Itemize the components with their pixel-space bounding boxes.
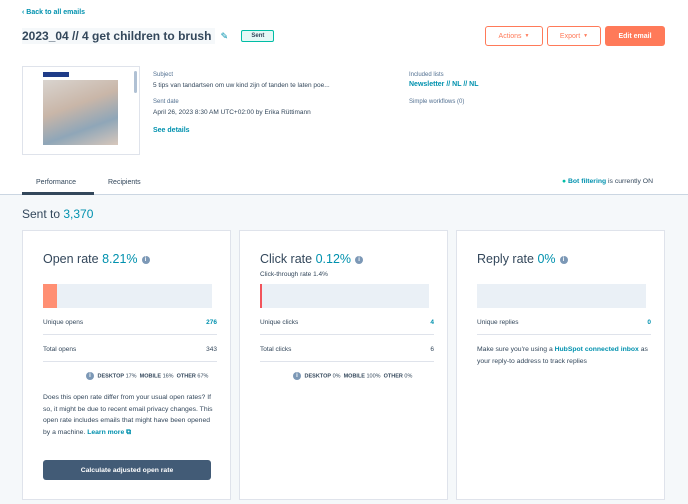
export-button[interactable]: Export ▼: [547, 26, 601, 46]
preview-photo: [43, 80, 118, 145]
unique-clicks-row: Unique clicks 4: [260, 319, 434, 326]
scrollbar[interactable]: [134, 71, 137, 93]
unique-clicks-value[interactable]: 4: [430, 319, 434, 326]
email-title[interactable]: 2023_04 // 4 get children to brush: [22, 28, 216, 44]
bot-filtering-link[interactable]: Bot filtering: [568, 178, 606, 185]
tab-bar: Performance Recipients ● Bot filtering i…: [0, 170, 688, 195]
calculate-adjusted-open-rate-button[interactable]: Calculate adjusted open rate: [43, 460, 211, 480]
logo-image: [43, 72, 69, 77]
bot-filtering-status: ● Bot filtering is currently ON: [562, 178, 653, 185]
reply-rate-value: 0%: [537, 252, 556, 266]
see-details-link[interactable]: See details: [153, 127, 190, 134]
open-rate-title: Open rate 8.21% i: [43, 252, 150, 266]
divider: [260, 361, 434, 362]
click-device-split: i DESKTOP 0% MOBILE 100% OTHER 0%: [293, 372, 412, 380]
external-link-icon: ⧉: [126, 428, 131, 436]
hubspot-connected-inbox-link[interactable]: HubSpot connected inbox: [555, 346, 639, 353]
click-rate-card: Click rate 0.12% i Click-through rate 1.4…: [239, 230, 448, 500]
open-rate-value: 8.21%: [102, 252, 138, 266]
reply-rate-card: Reply rate 0% i Unique replies 0 Make sur…: [456, 230, 665, 500]
sent-to-summary: Sent to 3,370: [22, 207, 94, 221]
pencil-icon[interactable]: ✎: [215, 31, 233, 42]
open-rate-bar: [43, 284, 212, 308]
open-rate-card: Open rate 8.21% i Unique opens 276 Total …: [22, 230, 231, 500]
click-rate-value: 0.12%: [315, 252, 352, 266]
back-link[interactable]: ‹ Back to all emails: [22, 9, 85, 16]
learn-more-link[interactable]: Learn more ⧉: [87, 429, 131, 436]
sent-date-label: Sent date: [153, 99, 179, 105]
info-icon[interactable]: i: [86, 372, 94, 380]
caret-down-icon: ▼: [583, 33, 589, 39]
edit-email-button[interactable]: Edit email: [605, 26, 665, 46]
reply-note: Make sure you're using a HubSpot connect…: [477, 346, 648, 365]
divider: [260, 334, 434, 335]
subject-value: 5 tips van tandartsen om uw kind zijn of…: [153, 82, 330, 89]
status-badge: Sent: [241, 30, 275, 42]
info-icon[interactable]: i: [141, 255, 150, 264]
subject-label: Subject: [153, 72, 174, 78]
info-icon[interactable]: i: [293, 372, 301, 380]
open-device-split: i DESKTOP 17% MOBILE 16% OTHER 67%: [86, 372, 208, 380]
email-preview-thumbnail[interactable]: [22, 66, 140, 155]
actions-button[interactable]: Actions ▼: [485, 26, 543, 46]
click-rate-bar: [260, 284, 429, 308]
info-icon[interactable]: i: [355, 255, 364, 264]
open-rate-bar-fill: [43, 284, 57, 308]
divider: [43, 361, 217, 362]
unique-opens-row: Unique opens 276: [43, 319, 217, 326]
total-clicks-row: Total clicks 6: [260, 346, 434, 353]
sent-to-count[interactable]: 3,370: [63, 207, 93, 221]
total-opens-value: 343: [206, 346, 217, 353]
sent-date-value: April 26, 2023 8:30 AM UTC+02:00 by Erik…: [153, 109, 311, 116]
reply-rate-bar: [477, 284, 646, 308]
open-rate-description: Does this open rate differ from your usu…: [43, 394, 213, 436]
title-row: 2023_04 // 4 get children to brush ✎ Sen…: [22, 28, 275, 44]
click-rate-bar-fill: [260, 284, 263, 308]
click-rate-title: Click rate 0.12% i: [260, 252, 364, 266]
caret-down-icon: ▼: [524, 33, 530, 39]
unique-replies-row: Unique replies 0: [477, 319, 651, 326]
tab-performance[interactable]: Performance: [36, 179, 76, 186]
included-lists-label: Included lists: [409, 72, 444, 78]
click-through-rate: Click-through rate 1.4%: [260, 271, 328, 278]
check-circle-icon: ●: [562, 178, 567, 185]
divider: [477, 334, 651, 335]
tab-recipients[interactable]: Recipients: [108, 179, 141, 186]
unique-opens-value[interactable]: 276: [206, 319, 217, 326]
unique-replies-value[interactable]: 0: [647, 319, 651, 326]
total-clicks-value: 6: [430, 346, 434, 353]
total-opens-row: Total opens 343: [43, 346, 217, 353]
divider: [43, 334, 217, 335]
reply-rate-title: Reply rate 0% i: [477, 252, 568, 266]
included-lists-link[interactable]: Newsletter // NL // NL: [409, 81, 479, 88]
info-icon[interactable]: i: [559, 255, 568, 264]
workflows-label: Simple workflows (0): [409, 99, 465, 105]
